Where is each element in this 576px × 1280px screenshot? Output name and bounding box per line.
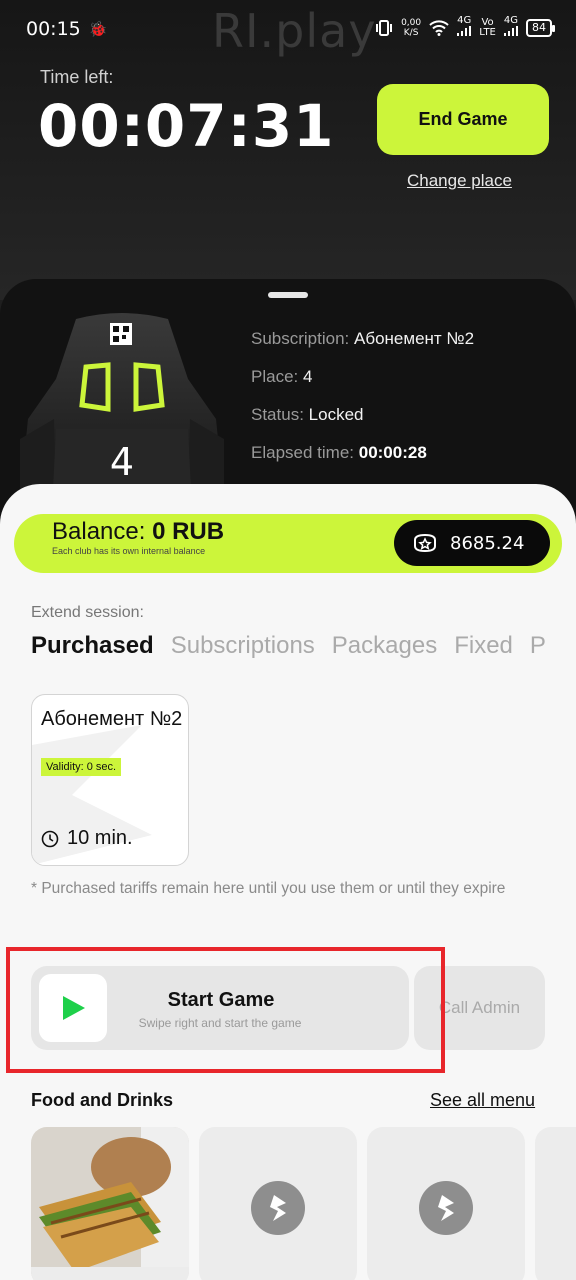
- end-game-button[interactable]: End Game: [377, 84, 549, 155]
- status-time: 00:15: [26, 18, 81, 40]
- clock-icon: [41, 830, 59, 847]
- volte-indicator: Vo LTE: [479, 16, 496, 38]
- tab-fixed[interactable]: Fixed: [454, 632, 513, 660]
- seat-details: Subscription: Абонемент №2 Place: 4 Stat…: [251, 329, 474, 481]
- subscription-card[interactable]: Абонемент №2 Validity: 0 sec. 10 min.: [31, 694, 189, 866]
- tab-packages[interactable]: Packages: [332, 632, 437, 660]
- balance-subtitle: Each club has its own internal balance: [52, 546, 206, 556]
- coin-star-icon: [414, 533, 436, 553]
- signal-bars-icon: [457, 26, 472, 36]
- food-item-partial[interactable]: [535, 1127, 576, 1280]
- bonus-balance-button[interactable]: 8685.24: [394, 520, 550, 566]
- tab-purchased[interactable]: Purchased: [31, 632, 154, 660]
- tariff-tabs: Purchased Subscriptions Packages Fixed P: [31, 632, 546, 660]
- food-item-sandwich[interactable]: [31, 1127, 189, 1280]
- bonus-value: 8685.24: [450, 532, 525, 554]
- session-timer: 00:07:31: [38, 92, 335, 160]
- validity-badge: Validity: 0 sec.: [41, 758, 122, 776]
- battery-indicator: 84: [526, 18, 555, 37]
- food-section-title: Food and Drinks: [31, 1090, 174, 1110]
- drag-handle[interactable]: [268, 292, 308, 298]
- extend-session-label: Extend session:: [31, 604, 144, 621]
- signal-1: 4G: [457, 16, 471, 39]
- balance-title: Balance: 0 RUB: [52, 518, 225, 545]
- change-place-link[interactable]: Change place: [407, 171, 512, 191]
- tab-subscriptions[interactable]: Subscriptions: [171, 632, 315, 660]
- vibrate-icon: [376, 19, 393, 36]
- notification-icon: 🐞: [88, 21, 108, 38]
- net-speed: 0,00 K/S: [401, 17, 422, 38]
- food-item-placeholder[interactable]: [199, 1127, 357, 1280]
- subscription-row: Subscription: Абонемент №2: [251, 329, 475, 348]
- lightning-placeholder-icon: [251, 1181, 305, 1235]
- signal-2: 4G: [504, 16, 518, 39]
- see-all-menu-link[interactable]: See all menu: [430, 1090, 535, 1111]
- food-item-placeholder[interactable]: [367, 1127, 525, 1280]
- wifi-icon: [429, 19, 449, 36]
- purchased-note: * Purchased tariffs remain here until yo…: [31, 880, 506, 897]
- tab-more[interactable]: P: [530, 632, 546, 660]
- place-number: 4: [110, 440, 134, 484]
- status-indicators: 0,00 K/S 4G Vo LTE 4G 84: [375, 16, 555, 39]
- signal-bars-icon: [503, 26, 518, 36]
- place-row: Place: 4: [251, 367, 313, 386]
- lightning-placeholder-icon: [419, 1181, 473, 1235]
- brand-watermark: RI.play: [212, 4, 377, 58]
- highlight-annotation: [6, 947, 445, 1073]
- duration: 10 min.: [41, 827, 133, 850]
- time-left-label: Time left:: [40, 67, 114, 87]
- status-row: Status: Locked: [251, 405, 364, 424]
- subscription-name: Абонемент №2: [41, 708, 183, 730]
- balance-bar: Balance: 0 RUB Each club has its own int…: [14, 514, 562, 573]
- elapsed-row: Elapsed time: 00:00:28: [251, 443, 427, 462]
- sandwich-image: [31, 1127, 189, 1280]
